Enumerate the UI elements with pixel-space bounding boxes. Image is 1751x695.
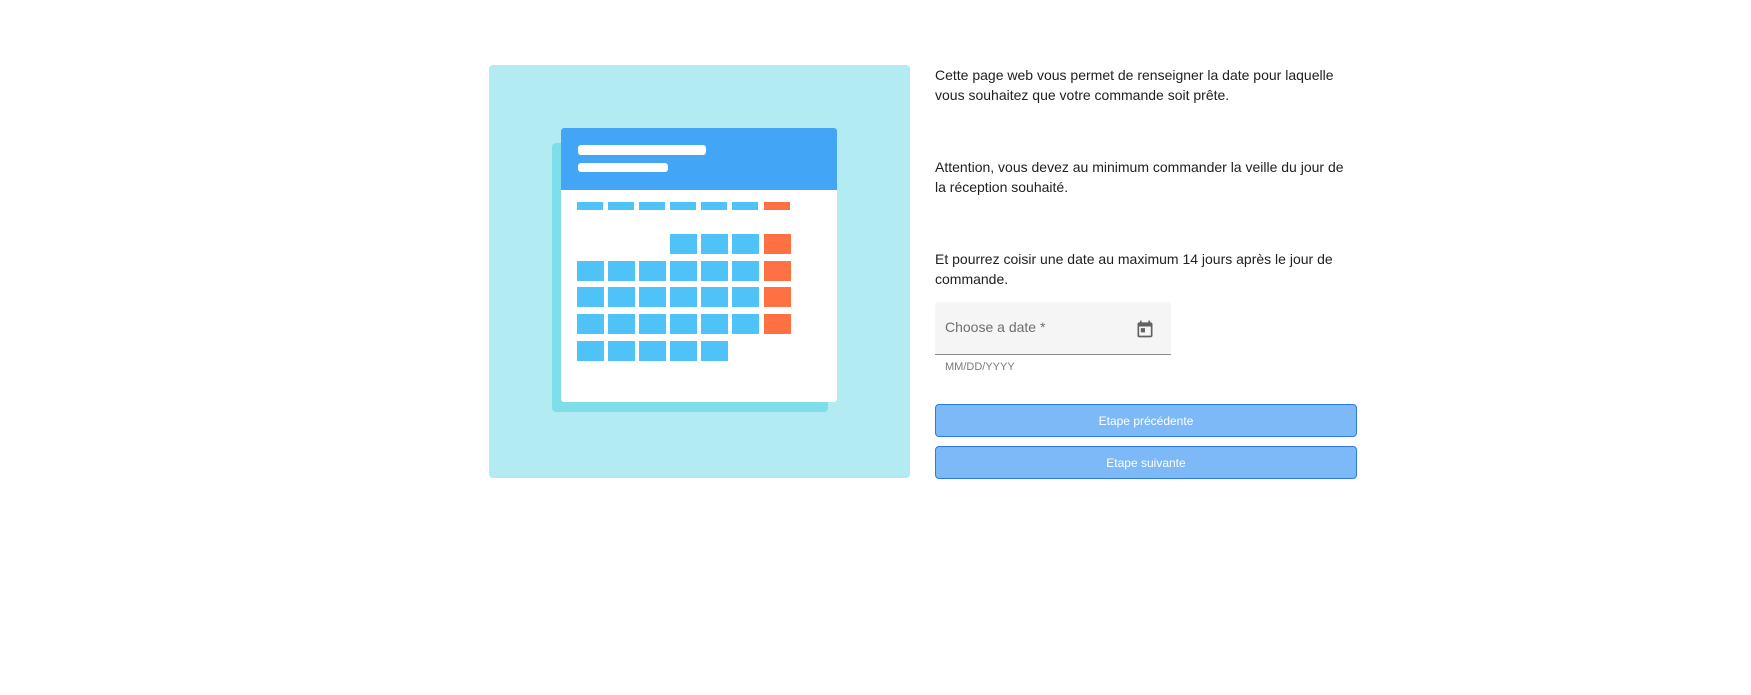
calendar-weekday-bar bbox=[670, 202, 696, 210]
calendar-day-cell bbox=[732, 261, 759, 281]
calendar-day-cell bbox=[577, 287, 604, 307]
calendar-header-line bbox=[578, 145, 706, 155]
next-step-button[interactable]: Etape suivante bbox=[935, 446, 1357, 479]
calendar-illustration bbox=[489, 65, 910, 478]
calendar-day-cell bbox=[764, 261, 791, 281]
calendar-illustration-graphic bbox=[552, 128, 837, 412]
intro-paragraph: Cette page web vous permet de renseigner… bbox=[935, 67, 1334, 103]
calendar-day-cell bbox=[701, 287, 728, 307]
calendar-day-cell bbox=[701, 261, 728, 281]
calendar-day-cell bbox=[670, 287, 697, 307]
calendar-day-cell bbox=[701, 314, 728, 334]
calendar-day-cell bbox=[608, 261, 635, 281]
limit-paragraph: Et pourrez coisir une date au maximum 14… bbox=[935, 251, 1333, 287]
calendar-day-cell bbox=[577, 341, 604, 361]
calendar-day-cell bbox=[764, 314, 791, 334]
calendar-day-cell bbox=[608, 314, 635, 334]
calendar-day-cell bbox=[608, 287, 635, 307]
calendar-header-line bbox=[578, 163, 668, 172]
calendar-weekday-bar bbox=[764, 202, 790, 210]
warning-paragraph: Attention, vous devez au minimum command… bbox=[935, 159, 1344, 195]
page: Cette page web vous permet de renseigner… bbox=[0, 0, 1751, 695]
calendar-day-cell bbox=[639, 341, 666, 361]
calendar-day-cell bbox=[639, 314, 666, 334]
calendar-header bbox=[561, 128, 837, 190]
calendar-day-cell bbox=[670, 314, 697, 334]
calendar-icon[interactable] bbox=[1135, 319, 1155, 339]
calendar-weekday-bar bbox=[608, 202, 634, 210]
calendar-weekday-bar bbox=[577, 202, 603, 210]
date-input-label: Choose a date * bbox=[945, 319, 1046, 335]
calendar-day-cell bbox=[732, 287, 759, 307]
calendar-day-cell bbox=[670, 234, 697, 254]
previous-step-button[interactable]: Etape précédente bbox=[935, 404, 1357, 437]
calendar-day-cell bbox=[701, 341, 728, 361]
calendar-day-cell bbox=[701, 234, 728, 254]
date-input[interactable]: Choose a date * bbox=[935, 302, 1171, 355]
calendar-weekday-bar bbox=[701, 202, 727, 210]
calendar-weekday-bar bbox=[639, 202, 665, 210]
calendar-day-cell bbox=[764, 287, 791, 307]
calendar-day-cell bbox=[577, 314, 604, 334]
calendar-day-cell bbox=[670, 261, 697, 281]
main-content: Cette page web vous permet de renseigner… bbox=[935, 65, 1357, 479]
calendar-day-cell bbox=[639, 261, 666, 281]
calendar-day-cell bbox=[639, 287, 666, 307]
calendar-day-cell bbox=[732, 314, 759, 334]
calendar-day-cell bbox=[764, 234, 791, 254]
date-format-hint: MM/DD/YYYY bbox=[945, 361, 1015, 373]
calendar-day-cell bbox=[577, 261, 604, 281]
calendar-day-cell bbox=[732, 234, 759, 254]
calendar-weekday-bar bbox=[732, 202, 758, 210]
calendar-day-cell bbox=[670, 341, 697, 361]
calendar-day-cell bbox=[608, 341, 635, 361]
